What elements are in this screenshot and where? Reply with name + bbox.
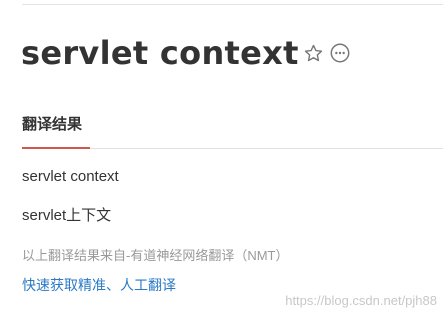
star-outline-icon[interactable] [303, 42, 325, 64]
tab-active-indicator [22, 147, 90, 149]
more-dots-icon[interactable] [329, 42, 351, 64]
tab-translation-result[interactable]: 翻译结果 [22, 113, 82, 134]
original-text: servlet context [22, 168, 119, 185]
headword-title: servlet context [21, 34, 299, 72]
watermark-url: https://blog.csdn.net/pjh88 [285, 293, 437, 308]
top-divider [22, 4, 443, 5]
translated-text: servlet上下文 [22, 207, 112, 224]
translation-source-note: 以上翻译结果来自-有道神经网络翻译（NMT） [22, 248, 289, 263]
human-translation-link[interactable]: 快速获取精准、人工翻译 [22, 275, 176, 295]
headword-row: servlet context [21, 30, 351, 76]
